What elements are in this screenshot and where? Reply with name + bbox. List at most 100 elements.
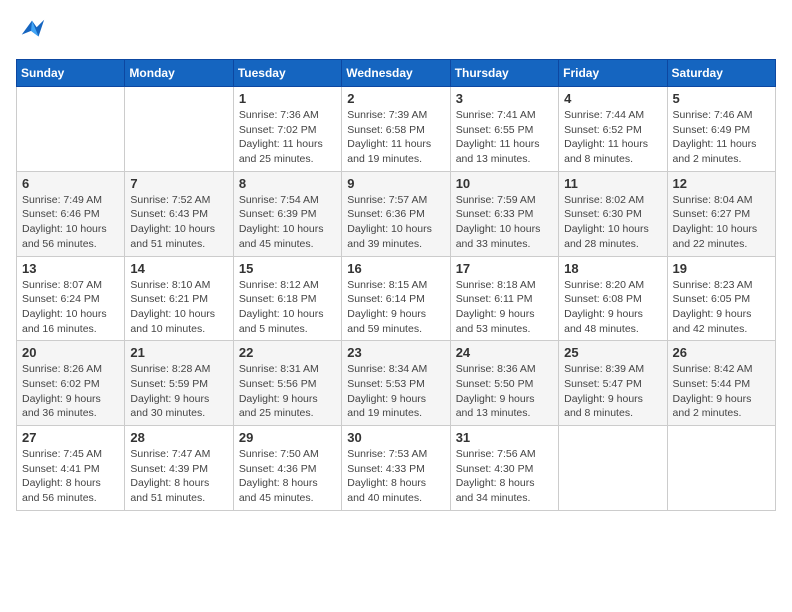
day-detail: Sunrise: 7:41 AM Sunset: 6:55 PM Dayligh… xyxy=(456,108,553,167)
day-number: 3 xyxy=(456,91,553,106)
day-detail: Sunrise: 7:50 AM Sunset: 4:36 PM Dayligh… xyxy=(239,447,336,506)
calendar-cell: 30 Sunrise: 7:53 AM Sunset: 4:33 PM Dayli… xyxy=(342,426,450,511)
day-detail: Sunrise: 8:02 AM Sunset: 6:30 PM Dayligh… xyxy=(564,193,661,252)
day-detail: Sunrise: 7:56 AM Sunset: 4:30 PM Dayligh… xyxy=(456,447,553,506)
day-number: 12 xyxy=(673,176,770,191)
weekday-saturday: Saturday xyxy=(667,60,775,87)
calendar-cell: 20 Sunrise: 8:26 AM Sunset: 6:02 PM Dayli… xyxy=(17,341,125,426)
day-number: 10 xyxy=(456,176,553,191)
day-number: 21 xyxy=(130,345,227,360)
calendar-cell: 19Sunrise: 8:23 AM Sunset: 6:05 PM Dayli… xyxy=(667,256,775,341)
day-detail: Sunrise: 8:15 AM Sunset: 6:14 PM Dayligh… xyxy=(347,278,444,337)
day-detail: Sunrise: 7:59 AM Sunset: 6:33 PM Dayligh… xyxy=(456,193,553,252)
day-number: 16 xyxy=(347,261,444,276)
day-number: 11 xyxy=(564,176,661,191)
weekday-thursday: Thursday xyxy=(450,60,558,87)
calendar-cell: 25 Sunrise: 8:39 AM Sunset: 5:47 PM Dayli… xyxy=(559,341,667,426)
day-number: 15 xyxy=(239,261,336,276)
calendar-cell: 26 Sunrise: 8:42 AM Sunset: 5:44 PM Dayli… xyxy=(667,341,775,426)
header xyxy=(16,16,776,49)
day-detail: Sunrise: 8:36 AM Sunset: 5:50 PM Dayligh… xyxy=(456,362,553,421)
day-detail: Sunrise: 7:57 AM Sunset: 6:36 PM Dayligh… xyxy=(347,193,444,252)
day-number: 29 xyxy=(239,430,336,445)
day-detail: Sunrise: 8:04 AM Sunset: 6:27 PM Dayligh… xyxy=(673,193,770,252)
day-number: 5 xyxy=(673,91,770,106)
calendar-cell: 23 Sunrise: 8:34 AM Sunset: 5:53 PM Dayli… xyxy=(342,341,450,426)
day-detail: Sunrise: 8:10 AM Sunset: 6:21 PM Dayligh… xyxy=(130,278,227,337)
day-detail: Sunrise: 7:54 AM Sunset: 6:39 PM Dayligh… xyxy=(239,193,336,252)
day-detail: Sunrise: 7:47 AM Sunset: 4:39 PM Dayligh… xyxy=(130,447,227,506)
calendar-cell: 16 Sunrise: 8:15 AM Sunset: 6:14 PM Dayli… xyxy=(342,256,450,341)
calendar-cell: 15 Sunrise: 8:12 AM Sunset: 6:18 PM Dayli… xyxy=(233,256,341,341)
day-number: 9 xyxy=(347,176,444,191)
calendar-cell: 28 Sunrise: 7:47 AM Sunset: 4:39 PM Dayli… xyxy=(125,426,233,511)
day-number: 27 xyxy=(22,430,119,445)
calendar-week-1: 1 Sunrise: 7:36 AM Sunset: 7:02 PM Daylig… xyxy=(17,87,776,172)
calendar-cell: 3 Sunrise: 7:41 AM Sunset: 6:55 PM Daylig… xyxy=(450,87,558,172)
day-detail: Sunrise: 7:44 AM Sunset: 6:52 PM Dayligh… xyxy=(564,108,661,167)
calendar-week-4: 20 Sunrise: 8:26 AM Sunset: 6:02 PM Dayli… xyxy=(17,341,776,426)
day-number: 23 xyxy=(347,345,444,360)
calendar-week-3: 13Sunrise: 8:07 AM Sunset: 6:24 PM Dayli… xyxy=(17,256,776,341)
day-number: 1 xyxy=(239,91,336,106)
calendar-week-2: 6 Sunrise: 7:49 AM Sunset: 6:46 PM Daylig… xyxy=(17,171,776,256)
calendar-cell xyxy=(559,426,667,511)
day-detail: Sunrise: 8:39 AM Sunset: 5:47 PM Dayligh… xyxy=(564,362,661,421)
day-detail: Sunrise: 7:45 AM Sunset: 4:41 PM Dayligh… xyxy=(22,447,119,506)
calendar-cell: 7Sunrise: 7:52 AM Sunset: 6:43 PM Daylig… xyxy=(125,171,233,256)
day-number: 30 xyxy=(347,430,444,445)
calendar-body: 1 Sunrise: 7:36 AM Sunset: 7:02 PM Daylig… xyxy=(17,87,776,511)
calendar-cell: 1 Sunrise: 7:36 AM Sunset: 7:02 PM Daylig… xyxy=(233,87,341,172)
calendar-cell: 6 Sunrise: 7:49 AM Sunset: 6:46 PM Daylig… xyxy=(17,171,125,256)
day-number: 6 xyxy=(22,176,119,191)
calendar-cell xyxy=(667,426,775,511)
day-detail: Sunrise: 8:26 AM Sunset: 6:02 PM Dayligh… xyxy=(22,362,119,421)
day-number: 24 xyxy=(456,345,553,360)
calendar-cell xyxy=(17,87,125,172)
calendar-cell: 10 Sunrise: 7:59 AM Sunset: 6:33 PM Dayli… xyxy=(450,171,558,256)
weekday-wednesday: Wednesday xyxy=(342,60,450,87)
day-number: 7 xyxy=(130,176,227,191)
weekday-tuesday: Tuesday xyxy=(233,60,341,87)
day-detail: Sunrise: 7:53 AM Sunset: 4:33 PM Dayligh… xyxy=(347,447,444,506)
day-number: 14 xyxy=(130,261,227,276)
day-number: 20 xyxy=(22,345,119,360)
day-detail: Sunrise: 8:42 AM Sunset: 5:44 PM Dayligh… xyxy=(673,362,770,421)
calendar-cell: 29 Sunrise: 7:50 AM Sunset: 4:36 PM Dayli… xyxy=(233,426,341,511)
day-number: 19 xyxy=(673,261,770,276)
calendar-cell: 4 Sunrise: 7:44 AM Sunset: 6:52 PM Daylig… xyxy=(559,87,667,172)
calendar-cell: 22Sunrise: 8:31 AM Sunset: 5:56 PM Dayli… xyxy=(233,341,341,426)
day-number: 2 xyxy=(347,91,444,106)
day-detail: Sunrise: 8:28 AM Sunset: 5:59 PM Dayligh… xyxy=(130,362,227,421)
weekday-header-row: SundayMondayTuesdayWednesdayThursdayFrid… xyxy=(17,60,776,87)
day-detail: Sunrise: 8:20 AM Sunset: 6:08 PM Dayligh… xyxy=(564,278,661,337)
calendar-cell: 2 Sunrise: 7:39 AM Sunset: 6:58 PM Daylig… xyxy=(342,87,450,172)
day-detail: Sunrise: 7:36 AM Sunset: 7:02 PM Dayligh… xyxy=(239,108,336,167)
day-number: 17 xyxy=(456,261,553,276)
day-number: 31 xyxy=(456,430,553,445)
day-detail: Sunrise: 7:46 AM Sunset: 6:49 PM Dayligh… xyxy=(673,108,770,167)
day-number: 8 xyxy=(239,176,336,191)
calendar-week-5: 27 Sunrise: 7:45 AM Sunset: 4:41 PM Dayli… xyxy=(17,426,776,511)
calendar-cell: 12 Sunrise: 8:04 AM Sunset: 6:27 PM Dayli… xyxy=(667,171,775,256)
calendar-cell: 8 Sunrise: 7:54 AM Sunset: 6:39 PM Daylig… xyxy=(233,171,341,256)
day-number: 28 xyxy=(130,430,227,445)
day-detail: Sunrise: 7:39 AM Sunset: 6:58 PM Dayligh… xyxy=(347,108,444,167)
day-number: 4 xyxy=(564,91,661,106)
day-number: 18 xyxy=(564,261,661,276)
calendar-cell: 17 Sunrise: 8:18 AM Sunset: 6:11 PM Dayli… xyxy=(450,256,558,341)
calendar-cell: 9 Sunrise: 7:57 AM Sunset: 6:36 PM Daylig… xyxy=(342,171,450,256)
day-number: 25 xyxy=(564,345,661,360)
calendar-cell: 18 Sunrise: 8:20 AM Sunset: 6:08 PM Dayli… xyxy=(559,256,667,341)
calendar-cell: 27 Sunrise: 7:45 AM Sunset: 4:41 PM Dayli… xyxy=(17,426,125,511)
day-detail: Sunrise: 8:07 AM Sunset: 6:24 PM Dayligh… xyxy=(22,278,119,337)
calendar-cell: 31 Sunrise: 7:56 AM Sunset: 4:30 PM Dayli… xyxy=(450,426,558,511)
day-detail: Sunrise: 8:31 AM Sunset: 5:56 PM Dayligh… xyxy=(239,362,336,421)
day-number: 26 xyxy=(673,345,770,360)
calendar-cell: 5 Sunrise: 7:46 AM Sunset: 6:49 PM Daylig… xyxy=(667,87,775,172)
calendar: SundayMondayTuesdayWednesdayThursdayFrid… xyxy=(16,59,776,511)
day-detail: Sunrise: 8:34 AM Sunset: 5:53 PM Dayligh… xyxy=(347,362,444,421)
day-detail: Sunrise: 7:49 AM Sunset: 6:46 PM Dayligh… xyxy=(22,193,119,252)
day-detail: Sunrise: 8:18 AM Sunset: 6:11 PM Dayligh… xyxy=(456,278,553,337)
day-detail: Sunrise: 8:12 AM Sunset: 6:18 PM Dayligh… xyxy=(239,278,336,337)
